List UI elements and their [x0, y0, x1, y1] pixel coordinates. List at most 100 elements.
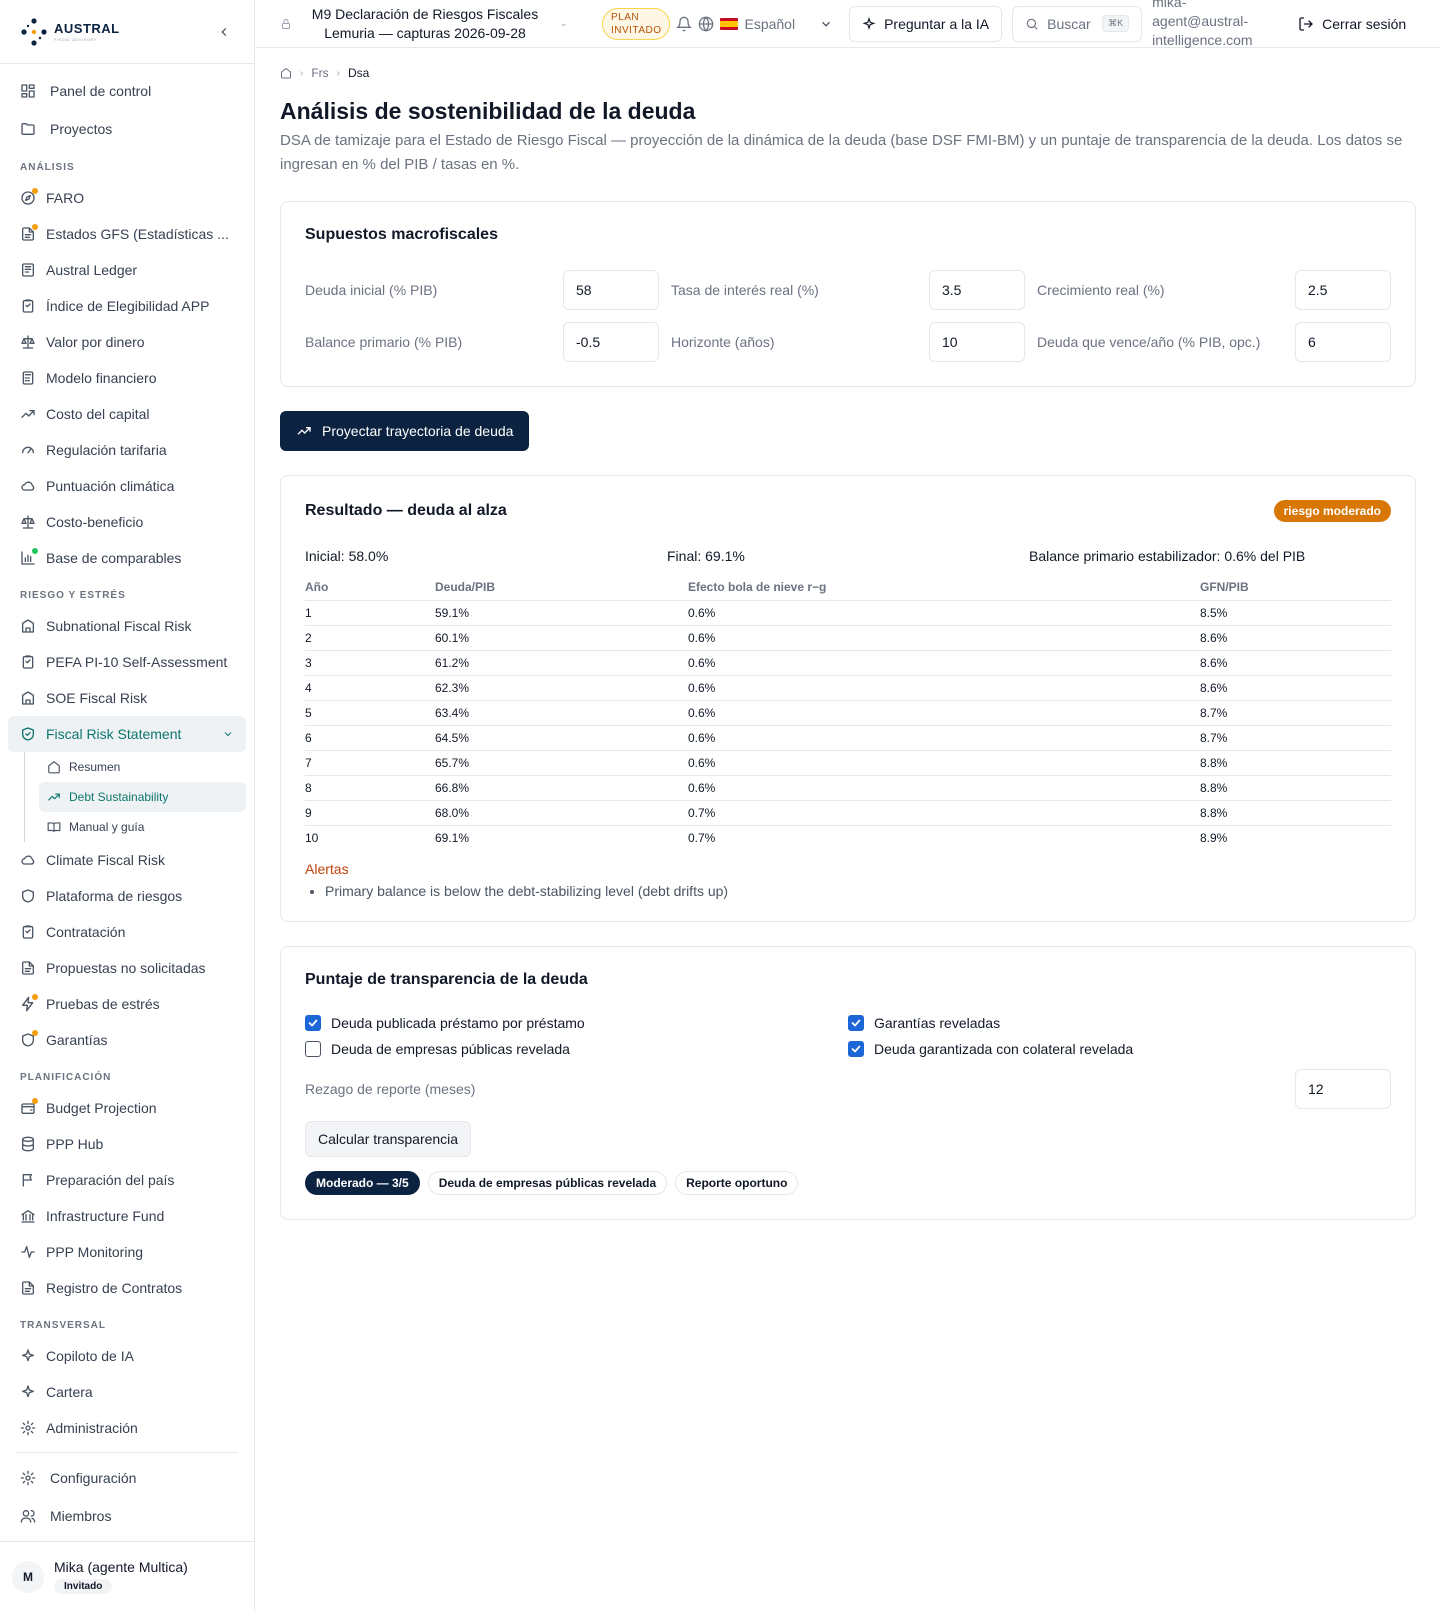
collapse-sidebar-button[interactable]: [214, 22, 234, 42]
sidebar-item-budget-projection[interactable]: Budget Projection: [8, 1090, 246, 1126]
search-placeholder: Buscar: [1047, 15, 1091, 32]
table-cell: 4: [305, 675, 435, 701]
sidebar-item-panel-de-control[interactable]: Panel de control: [8, 72, 246, 110]
project-debt-button[interactable]: Proyectar trayectoria de deuda: [280, 411, 530, 451]
assumption-input-tasa-de-interes-real[interactable]: [929, 270, 1025, 310]
sidebar-item-propuestas-no-solicitadas[interactable]: Propuestas no solicitadas: [8, 950, 246, 986]
assumption-field-deuda-inicial-pib: Deuda inicial (% PIB): [305, 270, 659, 310]
sidebar-item-proyectos[interactable]: Proyectos: [8, 110, 246, 148]
trend-icon-wrap: [20, 406, 36, 422]
sidebar-item-garantias[interactable]: Garantías: [8, 1022, 246, 1058]
sidebar-item-miembros[interactable]: Miembros: [8, 1497, 246, 1535]
submenu-item-manual-y-guia[interactable]: Manual y guía: [39, 812, 246, 842]
sidebar-item-configuracion[interactable]: Configuración: [8, 1459, 246, 1497]
sidebar-item-label: Pruebas de estrés: [46, 996, 160, 1012]
project-selector[interactable]: M9 Declaración de Riesgos Fiscales Lemur…: [256, 5, 590, 43]
sidebar-item-label: Proyectos: [50, 121, 113, 137]
sidebar-item-modelo-financiero[interactable]: Modelo financiero: [8, 360, 246, 396]
sidebar-item-administracion[interactable]: Administración: [8, 1410, 246, 1446]
table-body: 1 59.1% 0.6% 8.5% 2 60.1% 0.6% 8.6% 3 61.2% 0.6% 8.…: [305, 600, 1391, 851]
sidebar-item-ppp-monitoring[interactable]: PPP Monitoring: [8, 1234, 246, 1270]
assumption-input-deuda-inicial-pib[interactable]: [563, 270, 659, 310]
sidebar-item-ppp-hub[interactable]: PPP Hub: [8, 1126, 246, 1162]
sidebar-item-austral-ledger[interactable]: Austral Ledger: [8, 252, 246, 288]
sidebar-item-preparacion-del-pais[interactable]: Preparación del país: [8, 1162, 246, 1198]
logo[interactable]: AUSTRAL FISCAL ADVISORY: [20, 16, 120, 48]
sidebar-item-estados-gfs-estadisticas[interactable]: Estados GFS (Estadísticas ...: [8, 216, 246, 252]
gauge-icon-wrap: [20, 442, 36, 458]
sidebar-item-infrastructure-fund[interactable]: Infrastructure Fund: [8, 1198, 246, 1234]
checkbox-garantias-reveladas[interactable]: Garantías reveladas: [848, 1014, 1391, 1031]
section-title: PLANIFICACIÓN: [20, 1072, 112, 1083]
search-input[interactable]: Buscar ⌘K: [1012, 5, 1143, 42]
language-selector[interactable]: Español: [698, 16, 833, 32]
user-profile[interactable]: M Mika (agente Multica) Invitado: [0, 1541, 254, 1611]
reporting-lag-field: Rezago de reporte (meses): [305, 1068, 1391, 1109]
ask-ai-button[interactable]: Preguntar a la IA: [849, 5, 1003, 42]
sidebar-item-valor-por-dinero[interactable]: Valor por dinero: [8, 324, 246, 360]
checkbox-label: Deuda garantizada con colateral revelada: [874, 1040, 1134, 1057]
users-icon-wrap: [20, 1508, 36, 1524]
sidebar-item-pefa-pi-10-self-assessment[interactable]: PEFA PI-10 Self-Assessment: [8, 644, 246, 680]
table-cell: 0.7%: [688, 800, 1200, 826]
submenu-item-resumen[interactable]: Resumen: [39, 752, 246, 782]
sidebar-item-registro-de-contratos[interactable]: Registro de Contratos: [8, 1270, 246, 1306]
home-icon[interactable]: [280, 67, 292, 79]
assumption-input-deuda-que-vence-ano-pib-opc[interactable]: [1295, 322, 1391, 362]
logout-button[interactable]: Cerrar sesión: [1298, 16, 1406, 32]
sidebar-item-indice-de-elegibilidad-app[interactable]: Índice de Elegibilidad APP: [8, 288, 246, 324]
sidebar-item-cartera[interactable]: Cartera: [8, 1374, 246, 1410]
sidebar-item-soe-fiscal-risk[interactable]: SOE Fiscal Risk: [8, 680, 246, 716]
checkbox-deuda-garantizada-con-colateral-revelada[interactable]: Deuda garantizada con colateral revelada: [848, 1040, 1391, 1057]
sidebar-item-label: Fiscal Risk Statement: [46, 726, 182, 742]
logo-row: AUSTRAL FISCAL ADVISORY: [0, 0, 254, 64]
sidebar-item-label: PEFA PI-10 Self-Assessment: [46, 654, 228, 670]
book-icon-wrap: [47, 820, 61, 834]
bell-icon[interactable]: [676, 16, 693, 32]
sidebar-item-base-de-comparables[interactable]: Base de comparables: [8, 540, 246, 576]
sidebar-item-label: PPP Hub: [46, 1136, 104, 1152]
calculate-transparency-button[interactable]: Calcular transparencia: [305, 1120, 472, 1157]
sidebar-item-costo-del-capital[interactable]: Costo del capital: [8, 396, 246, 432]
table-cell: 5: [305, 700, 435, 726]
sidebar-item-copiloto-de-ia[interactable]: Copiloto de IA: [8, 1338, 246, 1374]
debt-path-table: Año Deuda/PIB Efecto bola de nieve r−g GFN/…: [305, 580, 1391, 851]
sidebar-item-puntuacion-climatica[interactable]: Puntuación climática: [8, 468, 246, 504]
checkbox-box[interactable]: [848, 1040, 864, 1057]
sidebar-item-pruebas-de-estres[interactable]: Pruebas de estrés: [8, 986, 246, 1022]
assumption-input-crecimiento-real[interactable]: [1295, 270, 1391, 310]
checkbox-box[interactable]: [305, 1040, 321, 1057]
sidebar-item-climate-fiscal-risk[interactable]: Climate Fiscal Risk: [8, 842, 246, 878]
reporting-lag-input[interactable]: [1295, 1068, 1391, 1109]
notification-dot: [32, 994, 38, 1000]
clipboard-icon-wrap: [20, 654, 36, 670]
sidebar-item-faro[interactable]: FARO: [8, 180, 246, 216]
sidebar-item-label: Configuración: [50, 1470, 137, 1486]
checkbox-deuda-de-empresas-publicas-revelada[interactable]: Deuda de empresas públicas revelada: [305, 1040, 848, 1057]
table-cell: 8.9%: [1200, 831, 1228, 846]
trend-up-icon: [297, 427, 311, 435]
assumption-label: Deuda que vence/año (% PIB, opc.): [1037, 334, 1261, 350]
document-icon-wrap: [20, 224, 38, 242]
assumption-input-horizonte-anos[interactable]: [929, 322, 1025, 362]
sidebar-item-label: Costo-beneficio: [46, 514, 144, 530]
sidebar-item-subnational-fiscal-risk[interactable]: Subnational Fiscal Risk: [8, 608, 246, 644]
table-cell: 69.1%: [435, 831, 470, 846]
checkbox-deuda-publicada-prestamo-por-prestamo[interactable]: Deuda publicada préstamo por préstamo: [305, 1014, 848, 1031]
result-summary: Inicial: 58.0% Final: 69.1% Balance prim…: [305, 548, 1391, 564]
checkbox-box[interactable]: [848, 1014, 864, 1031]
sidebar-item-plataforma-de-riesgos[interactable]: Plataforma de riesgos: [8, 878, 246, 914]
sidebar-item-costo-beneficio[interactable]: Costo-beneficio: [8, 504, 246, 540]
document-icon-wrap: [20, 1280, 36, 1296]
sidebar-item-regulacion-tarifaria[interactable]: Regulación tarifaria: [8, 432, 246, 468]
sidebar-item-fiscal-risk-statement[interactable]: Fiscal Risk Statement: [8, 716, 246, 752]
breadcrumb-frs[interactable]: Frs: [311, 66, 328, 80]
table-cell: 0.6%: [688, 650, 1200, 676]
notification-dot: [32, 1030, 38, 1036]
breadcrumb: › Frs › Dsa: [280, 64, 1416, 82]
sidebar-item-contratacion[interactable]: Contratación: [8, 914, 246, 950]
checkbox-box[interactable]: [305, 1014, 321, 1031]
assumption-input-balance-primario-pib[interactable]: [563, 322, 659, 362]
submenu-item-debt-sustainability[interactable]: Debt Sustainability: [39, 782, 246, 812]
database-icon: [22, 1136, 34, 1152]
